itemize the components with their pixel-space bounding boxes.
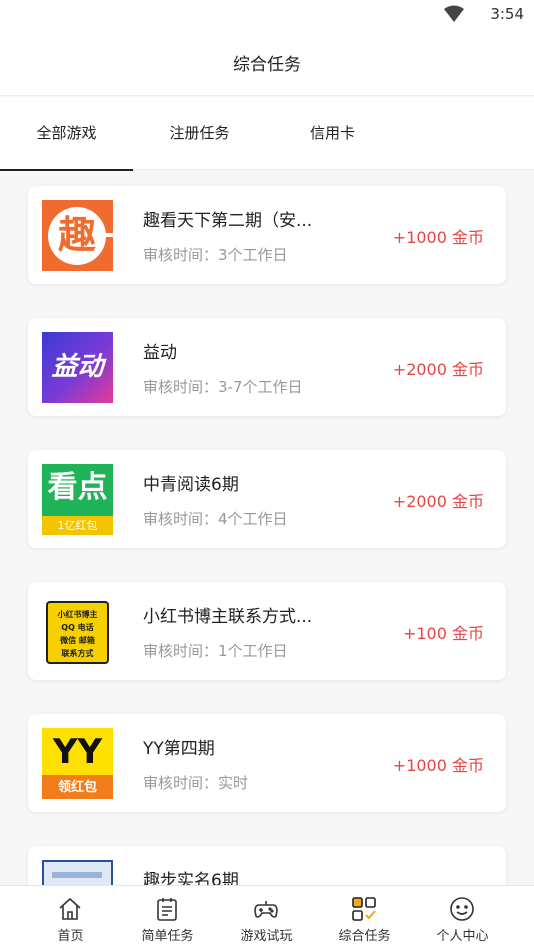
task-review-time: 审核时间：实时: [143, 774, 249, 792]
logo-line: 小红书博主: [57, 610, 98, 619]
logo-sub-text: 1亿红包: [57, 519, 98, 532]
smiley-icon: [450, 897, 474, 921]
logo-lines: 小红书博主 QQ 电话 微信 邮箱 联系方式: [48, 608, 107, 660]
tab-label: 信用卡: [309, 124, 355, 142]
task-logo-qubu: [42, 860, 113, 885]
tab-bar: 全部游戏 注册任务 信用卡: [0, 97, 534, 171]
nav-label: 个人中心: [436, 929, 489, 944]
bottom-nav: 首页 简单任务 游戏试玩 综合任务 个人中心: [0, 885, 534, 949]
logo-text: 看点: [47, 470, 108, 505]
task-review-time: 审核时间：3个工作日: [143, 246, 288, 264]
tab-label: 全部游戏: [36, 124, 97, 142]
nav-game-trial[interactable]: 游戏试玩: [213, 886, 320, 949]
tab-all-games[interactable]: 全部游戏: [0, 97, 133, 171]
nav-label: 综合任务: [338, 929, 391, 944]
task-logo-yidong: 益动: [42, 332, 113, 403]
task-review-time: 审核时间：3-7个工作日: [143, 378, 303, 396]
task-name: 趣步实名6期: [143, 871, 239, 885]
task-name: 小红书博主联系方式...: [143, 607, 313, 627]
task-logo-kandian: 看点 1亿红包: [42, 464, 113, 535]
task-reward: +1000 金币: [392, 228, 484, 247]
clipboard-icon: [157, 898, 177, 921]
task-name: 中青阅读6期: [143, 475, 239, 495]
task-reward: +2000 金币: [392, 360, 484, 379]
logo-line: QQ 电话: [61, 623, 94, 632]
logo-line: 微信 邮箱: [60, 636, 95, 645]
task-card[interactable]: 益动 益动 审核时间：3-7个工作日 +2000 金币: [28, 318, 506, 416]
title-bar: 综合任务: [0, 30, 534, 96]
nav-home[interactable]: 首页: [17, 886, 124, 949]
status-time: 3:54: [490, 5, 524, 23]
logo-band: [52, 872, 102, 878]
home-icon: [59, 897, 81, 920]
task-name: 趣看天下第二期（安...: [143, 211, 313, 231]
task-card[interactable]: YY 领红包 YY第四期 审核时间：实时 +1000 金币: [28, 714, 506, 812]
task-card[interactable]: 小红书博主 QQ 电话 微信 邮箱 联系方式 小红书博主联系方式... 审核时间…: [28, 582, 506, 680]
task-review-time: 审核时间：1个工作日: [143, 642, 288, 660]
task-card[interactable]: 趣 趣看天下第二期（安... 审核时间：3个工作日 +1000 金币: [28, 186, 506, 284]
logo-text: 益动: [51, 352, 104, 382]
grid-icon: [352, 897, 376, 921]
task-reward: +100 金币: [402, 624, 484, 643]
task-reward: +2000 金币: [392, 492, 484, 511]
task-logo-qukan: 趣: [42, 200, 113, 271]
nav-label: 首页: [57, 929, 84, 944]
page-title: 综合任务: [233, 55, 301, 75]
logo-sub-text: 领红包: [57, 780, 97, 795]
gamepad-icon: [254, 901, 278, 918]
nav-comprehensive-tasks[interactable]: 综合任务: [311, 886, 418, 949]
logo-text: 趣: [57, 213, 96, 257]
tab-register-tasks[interactable]: 注册任务: [133, 97, 266, 170]
nav-label: 简单任务: [141, 929, 194, 944]
tab-label: 注册任务: [169, 124, 230, 142]
task-review-time: 审核时间：4个工作日: [143, 510, 288, 528]
nav-label: 游戏试玩: [240, 929, 293, 944]
task-reward: +1000 金币: [392, 756, 484, 775]
task-logo-xiaohongshu: 小红书博主 QQ 电话 微信 邮箱 联系方式: [42, 596, 113, 667]
task-name: 益动: [143, 343, 177, 363]
task-card[interactable]: 趣步实名6期: [28, 846, 506, 885]
logo-text: YY: [52, 732, 103, 772]
tab-credit-card[interactable]: 信用卡: [266, 97, 399, 170]
task-card[interactable]: 看点 1亿红包 中青阅读6期 审核时间：4个工作日 +2000 金币: [28, 450, 506, 548]
task-logo-yy: YY 领红包: [42, 728, 113, 799]
logo-line: 联系方式: [61, 649, 94, 658]
wifi-icon: [444, 5, 464, 22]
task-name: YY第四期: [143, 739, 215, 759]
task-list[interactable]: 趣 趣看天下第二期（安... 审核时间：3个工作日 +1000 金币 益动 益动…: [0, 170, 534, 885]
screen: 3:54 综合任务 全部游戏 注册任务 信用卡 趣 趣看天下第二期（安... 审…: [0, 0, 534, 949]
status-bar: 3:54: [0, 0, 534, 30]
nav-simple-tasks[interactable]: 简单任务: [114, 886, 221, 949]
nav-personal-center[interactable]: 个人中心: [409, 886, 516, 949]
